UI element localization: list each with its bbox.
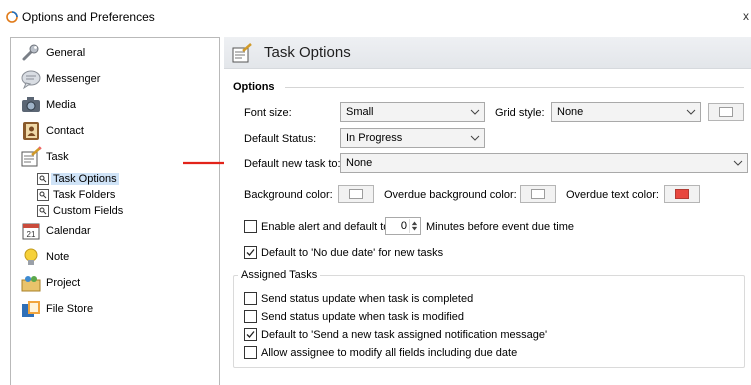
sidebar-item-label: File Store <box>46 303 94 315</box>
spinner-arrows-icon[interactable] <box>409 219 419 233</box>
sidebar-item-label: Calendar <box>46 225 91 237</box>
send-update-completed-label: Send status update when task is complete… <box>261 293 474 305</box>
font-size-value: Small <box>346 106 374 118</box>
overdue-text-label: Overdue text color: <box>566 189 659 201</box>
close-button[interactable]: x <box>743 9 749 23</box>
send-update-modified-label: Send status update when task is modified <box>261 311 465 323</box>
sidebar-subitem-label: Task Folders <box>53 189 116 201</box>
folders-page-icon <box>37 189 49 201</box>
sidebar-subitem-label: Custom Fields <box>53 205 124 217</box>
no-due-date-label: Default to 'No due date' for new tasks <box>261 247 444 259</box>
task-pencil-icon <box>232 43 252 63</box>
svg-text:21: 21 <box>27 230 36 239</box>
options-section-title: Options <box>233 81 275 93</box>
send-update-completed-checkbox[interactable] <box>244 292 257 305</box>
background-color-label: Background color: <box>244 189 333 201</box>
default-status-select[interactable]: In Progress <box>340 128 485 148</box>
no-due-date-checkbox[interactable] <box>244 246 257 259</box>
file-store-icon <box>22 301 40 317</box>
overdue-background-button[interactable] <box>520 185 556 203</box>
sidebar: General Messenger Media Contact Task Tas… <box>10 37 220 385</box>
sidebar-item-label: Note <box>46 251 70 263</box>
enable-alert-label: Enable alert and default to <box>261 221 390 233</box>
default-new-task-select[interactable]: None <box>340 153 748 173</box>
grid-style-select[interactable]: None <box>551 102 701 122</box>
sidebar-item-label: Contact <box>46 125 84 137</box>
checkmark-icon <box>246 331 255 338</box>
section-divider <box>285 87 744 88</box>
sidebar-item-label: Messenger <box>46 73 101 85</box>
grid-color-swatch <box>719 107 733 117</box>
chevron-down-icon <box>470 109 480 115</box>
calendar-icon: 21 <box>22 223 40 240</box>
default-new-task-label: Default new task to: <box>244 158 341 170</box>
overdue-background-swatch <box>531 189 545 199</box>
wrench-icon <box>22 44 39 61</box>
send-new-task-notification-label: Default to 'Send a new task assigned not… <box>261 329 548 341</box>
camera-icon <box>22 97 40 112</box>
grid-style-label: Grid style: <box>495 107 545 119</box>
assigned-tasks-title: Assigned Tasks <box>238 269 321 281</box>
overdue-text-color-button[interactable] <box>664 185 700 203</box>
background-color-swatch <box>349 189 363 199</box>
sidebar-item-label: Task <box>46 151 69 163</box>
overdue-text-swatch <box>675 189 689 199</box>
task-options-panel: Options Font size: Small Grid style: Non… <box>224 70 751 385</box>
window-title: Options and Preferences <box>22 10 155 24</box>
chevron-down-icon <box>686 109 696 115</box>
default-status-label: Default Status: <box>244 133 317 145</box>
allow-assignee-modify-checkbox[interactable] <box>244 346 257 359</box>
font-size-label: Font size: <box>244 107 292 119</box>
minutes-label: Minutes before event due time <box>426 221 574 233</box>
grid-style-value: None <box>557 106 584 118</box>
sidebar-item-label: Project <box>46 277 81 289</box>
alert-minutes-value: 0 <box>400 220 407 232</box>
background-color-button[interactable] <box>338 185 374 203</box>
custom-fields-page-icon <box>37 205 49 217</box>
send-update-modified-checkbox[interactable] <box>244 310 257 323</box>
project-people-icon <box>21 276 41 292</box>
grid-color-button[interactable] <box>708 103 744 121</box>
task-pencil-icon <box>21 146 42 167</box>
app-logo-icon <box>6 11 18 23</box>
allow-assignee-modify-label: Allow assignee to modify all fields incl… <box>261 347 518 359</box>
default-status-value: In Progress <box>346 132 403 144</box>
send-new-task-notification-checkbox[interactable] <box>244 328 257 341</box>
font-size-select[interactable]: Small <box>340 102 485 122</box>
speech-bubble-icon <box>21 70 41 90</box>
contact-book-icon <box>23 122 39 140</box>
enable-alert-checkbox[interactable] <box>244 220 257 233</box>
sidebar-item-label: Media <box>46 99 76 111</box>
default-new-task-value: None <box>346 157 373 169</box>
panel-title: Task Options <box>264 44 351 61</box>
alert-minutes-spinner[interactable]: 0 <box>385 217 421 235</box>
panel-header: Task Options <box>224 37 751 69</box>
lightbulb-icon <box>24 248 38 265</box>
overdue-background-label: Overdue background color: <box>384 189 517 201</box>
chevron-down-icon <box>470 135 480 141</box>
chevron-down-icon <box>733 160 743 166</box>
options-page-icon <box>37 173 49 185</box>
checkmark-icon <box>246 249 255 256</box>
title-bar: Options and Preferences x <box>0 0 751 33</box>
sidebar-item-label: General <box>46 47 86 59</box>
sidebar-subitem-label: Task Options <box>51 173 119 185</box>
